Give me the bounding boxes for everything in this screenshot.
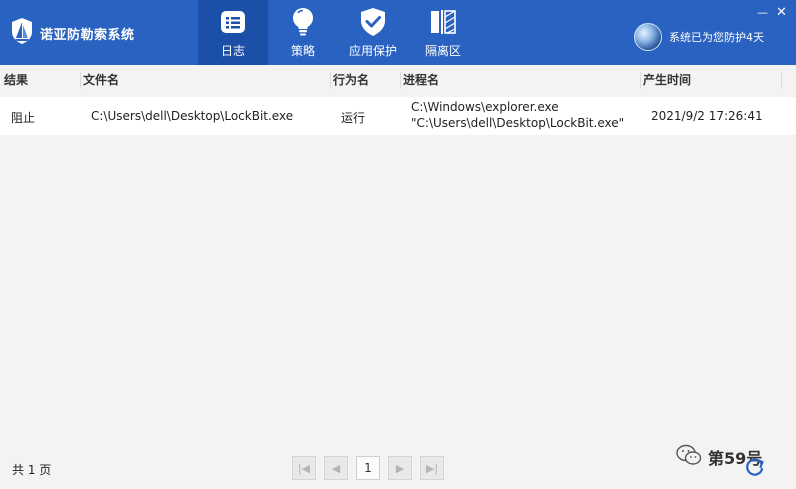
brand: 诺亚防勒索系统 <box>10 17 135 49</box>
column-header-result[interactable]: 结果 <box>4 65 28 95</box>
column-divider[interactable] <box>80 72 81 89</box>
close-button[interactable]: ✕ <box>776 5 787 20</box>
page-count: 共 1 页 <box>12 463 52 477</box>
column-header-time[interactable]: 产生时间 <box>643 65 691 95</box>
globe-icon <box>634 23 662 51</box>
tab-quarantine-label: 隔离区 <box>424 44 461 58</box>
column-header-filename[interactable]: 文件名 <box>83 65 119 95</box>
tab-policy[interactable]: 策略 <box>268 0 338 65</box>
column-divider[interactable] <box>640 72 641 89</box>
lightbulb-icon <box>288 7 318 37</box>
column-divider[interactable] <box>400 72 401 89</box>
protection-status: 系统已为您防护4天 <box>634 23 764 51</box>
tab-log-label: 日志 <box>220 44 245 58</box>
log-list-icon <box>218 7 248 37</box>
quarantine-icon <box>428 7 458 37</box>
app-title: 诺亚防勒索系统 <box>40 27 135 43</box>
table-row[interactable]: 阻止 C:\Users\dell\Desktop\LockBit.exe 运行 … <box>0 97 796 135</box>
cell-time: 2021/9/2 17:26:41 <box>651 109 763 123</box>
tab-app-protection[interactable]: 应用保护 <box>338 0 408 65</box>
next-page-button[interactable]: ▶ <box>388 456 412 480</box>
shield-check-icon <box>358 7 388 37</box>
column-divider[interactable] <box>781 72 782 89</box>
main-nav: 日志 策略 应用保护 隔离区 <box>198 0 478 65</box>
top-bar: 诺亚防勒索系统 日志 策略 应用保护 隔离区 — ✕ 系统已为您防护4天 <box>0 0 796 65</box>
tab-app-protection-label: 应用保护 <box>348 44 397 58</box>
cell-result: 阻止 <box>11 111 36 125</box>
column-header-action[interactable]: 行为名 <box>333 65 369 95</box>
sail-logo-icon <box>10 17 34 49</box>
cell-filename: C:\Users\dell\Desktop\LockBit.exe <box>91 109 294 123</box>
cell-process-line1: C:\Windows\explorer.exe <box>411 100 559 114</box>
first-page-button[interactable]: |◀ <box>292 456 316 480</box>
wechat-icon <box>676 444 702 470</box>
last-page-button[interactable]: ▶| <box>420 456 444 480</box>
protection-status-text: 系统已为您防护4天 <box>669 31 764 44</box>
prev-page-button[interactable]: ◀ <box>324 456 348 480</box>
cell-action: 运行 <box>341 111 366 125</box>
table-header: 结果 文件名 行为名 进程名 产生时间 <box>0 65 796 95</box>
column-header-process[interactable]: 进程名 <box>403 65 439 95</box>
tab-log[interactable]: 日志 <box>198 0 268 65</box>
column-divider[interactable] <box>330 72 331 89</box>
page-number-button[interactable]: 1 <box>356 456 380 480</box>
cell-process-line2: "C:\Users\dell\Desktop\LockBit.exe" <box>411 116 625 130</box>
tab-quarantine[interactable]: 隔离区 <box>408 0 478 65</box>
tab-policy-label: 策略 <box>290 44 315 58</box>
refresh-icon[interactable] <box>744 456 766 478</box>
minimize-button[interactable]: — <box>757 6 768 19</box>
